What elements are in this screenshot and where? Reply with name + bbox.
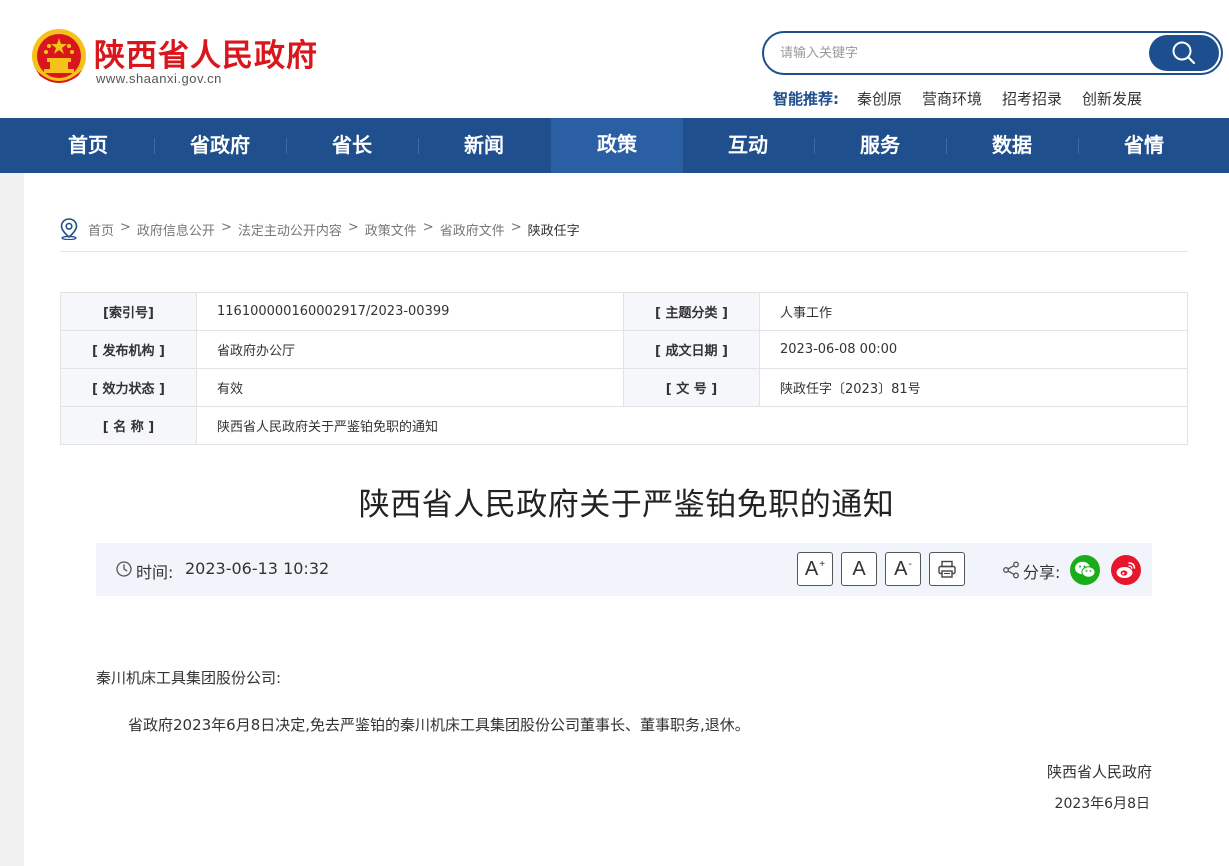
- nav-item-policy[interactable]: 政策: [551, 118, 683, 173]
- recommend-label: 智能推荐:: [773, 89, 839, 108]
- breadcrumb-policy-docs[interactable]: 政策文件: [365, 220, 417, 239]
- publish-time-label: 时间:: [136, 563, 174, 582]
- weibo-icon: [1116, 562, 1136, 578]
- share-weibo-button[interactable]: [1111, 555, 1141, 585]
- nav-item-interaction[interactable]: 互动: [682, 118, 814, 173]
- nav-item-governor[interactable]: 省长: [286, 118, 418, 173]
- search-input[interactable]: [780, 42, 1140, 64]
- site-logo[interactable]: 陕西省人民政府 www.shaanxi.gov.cn: [30, 26, 330, 90]
- font-normal-button[interactable]: A: [841, 552, 877, 586]
- share-icon: [1003, 561, 1019, 579]
- docno-value: 陕政任字〔2023〕81号: [759, 368, 1188, 407]
- breadcrumb-current[interactable]: 陕政任字: [528, 220, 580, 239]
- recommend-link-recruitment[interactable]: 招考招录: [1002, 88, 1062, 109]
- recommend-link-business-environment[interactable]: 营商环境: [922, 88, 982, 109]
- document-meta-table: [索引号] 116100000160002917/2023-00399 [ 主题…: [60, 292, 1188, 445]
- article-info-bar: 时间: 2023-06-13 10:32 A + A A- 分享:: [96, 543, 1152, 596]
- letter-paragraph: 省政府2023年6月8日决定,免去严鉴铂的秦川机床工具集团股份公司董事长、董事职…: [128, 716, 750, 734]
- search-icon: [1172, 41, 1196, 65]
- main-nav: 首页 省政府 省长 新闻 政策 互动 服务 数据 省情: [0, 118, 1229, 173]
- issuer-label: [ 发布机构 ]: [60, 330, 197, 369]
- issuer-value: 省政府办公厅: [196, 330, 624, 369]
- docno-label: [ 文 号 ]: [623, 368, 760, 407]
- publish-time-value: 2023-06-13 10:32: [185, 559, 330, 578]
- smart-recommend: 智能推荐: 秦创原 营商环境 招考招录 创新发展: [773, 86, 1162, 110]
- nav-item-home[interactable]: 首页: [22, 118, 154, 173]
- breadcrumb-separator: >: [347, 220, 359, 235]
- national-emblem-icon: [32, 29, 86, 83]
- letter-sign-date: 2023年6月8日: [1054, 796, 1150, 812]
- search-button[interactable]: [1149, 35, 1219, 71]
- topic-value: 人事工作: [759, 292, 1188, 331]
- date-label: [ 成文日期 ]: [623, 330, 760, 369]
- printer-icon: [938, 560, 956, 578]
- index-label: [索引号]: [60, 292, 197, 331]
- date-value: 2023-06-08 00:00: [759, 330, 1188, 369]
- recommend-link-innovation[interactable]: 创新发展: [1082, 88, 1142, 109]
- site-title: 陕西省人民政府: [94, 38, 318, 74]
- article-title: 陕西省人民政府关于严鉴铂免职的通知: [358, 487, 895, 523]
- share-label: 分享:: [1023, 563, 1061, 582]
- site-url: www.shaanxi.gov.cn: [96, 71, 222, 86]
- print-button[interactable]: [929, 552, 965, 586]
- topic-label: [ 主题分类 ]: [623, 292, 760, 331]
- meta-row: [ 效力状态 ] 有效 [ 文 号 ] 陕政任字〔2023〕81号: [60, 368, 1188, 407]
- meta-row: [索引号] 116100000160002917/2023-00399 [ 主题…: [60, 292, 1188, 331]
- index-value: 116100000160002917/2023-00399: [196, 292, 624, 331]
- breadcrumb-separator: >: [120, 220, 131, 235]
- breadcrumb-statutory[interactable]: 法定主动公开内容: [238, 220, 342, 239]
- wechat-icon: [1075, 561, 1096, 578]
- breadcrumb: 首页 > 政府信息公开 > 法定主动公开内容 > 政策文件 > 省政府文件 > …: [60, 218, 1188, 252]
- breadcrumb-separator: >: [220, 220, 232, 235]
- meta-row: [ 发布机构 ] 省政府办公厅 [ 成文日期 ] 2023-06-08 00:0…: [60, 330, 1188, 369]
- font-decrease-button[interactable]: A-: [885, 552, 921, 586]
- nav-item-news[interactable]: 新闻: [418, 118, 550, 173]
- status-value: 有效: [196, 368, 624, 407]
- nav-item-province-info[interactable]: 省情: [1078, 118, 1210, 173]
- location-pin-icon: [60, 218, 78, 240]
- breadcrumb-separator: >: [422, 220, 434, 235]
- status-label: [ 效力状态 ]: [60, 368, 197, 407]
- nav-item-data[interactable]: 数据: [946, 118, 1078, 173]
- font-decrease-label: A: [894, 557, 908, 580]
- letter-salutation: 秦川机床工具集团股份公司:: [96, 669, 282, 687]
- nav-item-government[interactable]: 省政府: [154, 118, 286, 173]
- breadcrumb-gov-docs[interactable]: 省政府文件: [440, 220, 505, 239]
- clock-icon: [116, 561, 132, 577]
- site-header: 陕西省人民政府 www.shaanxi.gov.cn 智能推荐: 秦创原 营商环…: [0, 0, 1229, 118]
- name-value: 陕西省人民政府关于严鉴铂免职的通知: [196, 406, 1188, 445]
- breadcrumb-separator: >: [510, 220, 522, 235]
- font-normal-label: A: [852, 557, 866, 580]
- meta-row: [ 名 称 ] 陕西省人民政府关于严鉴铂免职的通知: [60, 406, 1188, 445]
- name-label: [ 名 称 ]: [60, 406, 197, 445]
- breadcrumb-gov-info[interactable]: 政府信息公开: [137, 220, 215, 239]
- font-decrease-sup: -: [908, 558, 912, 570]
- font-increase-label: A: [804, 557, 819, 580]
- nav-item-services[interactable]: 服务: [814, 118, 946, 173]
- letter-signature: 陕西省人民政府: [1046, 763, 1152, 781]
- share-wechat-button[interactable]: [1070, 555, 1100, 585]
- font-increase-sup: +: [819, 558, 826, 570]
- search-box: [762, 31, 1223, 75]
- font-increase-button[interactable]: A +: [797, 552, 833, 586]
- content-panel: 首页 > 政府信息公开 > 法定主动公开内容 > 政策文件 > 省政府文件 > …: [24, 173, 1229, 866]
- recommend-link-qinchuangyuan[interactable]: 秦创原: [857, 88, 902, 109]
- breadcrumb-home[interactable]: 首页: [88, 220, 114, 239]
